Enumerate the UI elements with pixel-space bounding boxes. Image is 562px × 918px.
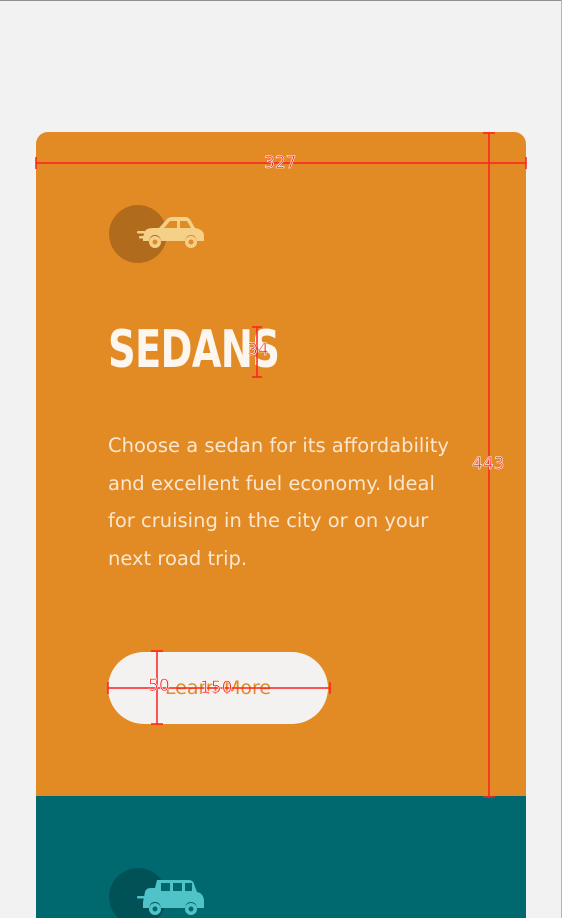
card-height-label: 443 [472,454,505,474]
sedan-car-icon [137,217,204,248]
suvs-card [36,796,526,918]
card-description: Choose a sedan for its affordability and… [108,434,449,570]
sedans-card: SEDANS Choose a sedan for its affordabil… [36,132,526,796]
card-width-label: 327 [264,153,297,173]
page-frame: SEDANS Choose a sedan for its affordabil… [0,0,562,918]
title-height-label: 34 [247,340,269,360]
window-top-border [0,0,562,1]
suv-car-icon [137,880,204,915]
button-width-label: 150 [200,678,233,698]
button-height-label: 50 [148,676,170,696]
suv-icon-badge [109,868,205,918]
sedan-icon-badge [109,205,205,265]
